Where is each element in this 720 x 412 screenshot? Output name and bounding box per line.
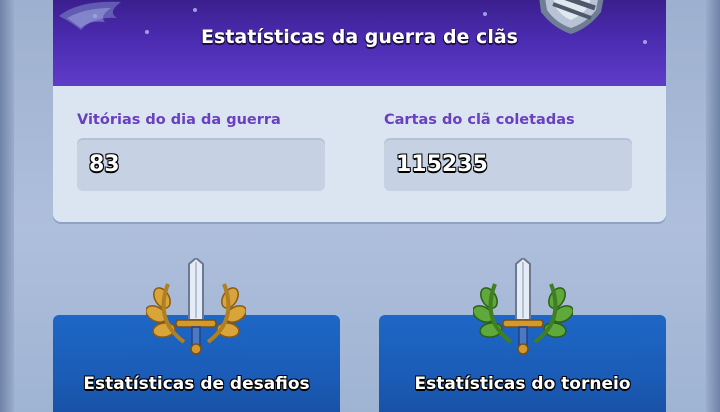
gold-laurel-sword-icon	[146, 258, 246, 355]
sparkle-icon	[193, 8, 197, 12]
clan-cards-collected-box: 115235	[384, 138, 632, 191]
war-day-wins-stat: Vitórias do dia da guerra 83	[77, 112, 325, 191]
green-laurel-sword-icon	[473, 258, 573, 355]
clan-war-stats-panel: Estatísticas da guerra de clãs Vitórias …	[53, 0, 666, 222]
sparkle-icon	[483, 12, 487, 16]
war-day-wins-label: Vitórias do dia da guerra	[77, 112, 281, 128]
war-day-wins-value: 83	[89, 152, 120, 177]
clan-cards-collected-label: Cartas do clã coletadas	[384, 112, 575, 128]
screen: Estatísticas da guerra de clãs Vitórias …	[0, 0, 720, 412]
clan-cards-collected-stat: Cartas do clã coletadas 115235	[384, 112, 632, 191]
tournament-stats-label: Estatísticas do torneio	[414, 374, 631, 394]
clan-war-header: Estatísticas da guerra de clãs	[53, 0, 666, 86]
challenge-stats-label: Estatísticas de desafios	[83, 374, 310, 394]
clan-war-stats-title: Estatísticas da guerra de clãs	[201, 26, 518, 48]
clan-cards-collected-value: 115235	[396, 152, 488, 177]
war-day-wins-box: 83	[77, 138, 325, 191]
